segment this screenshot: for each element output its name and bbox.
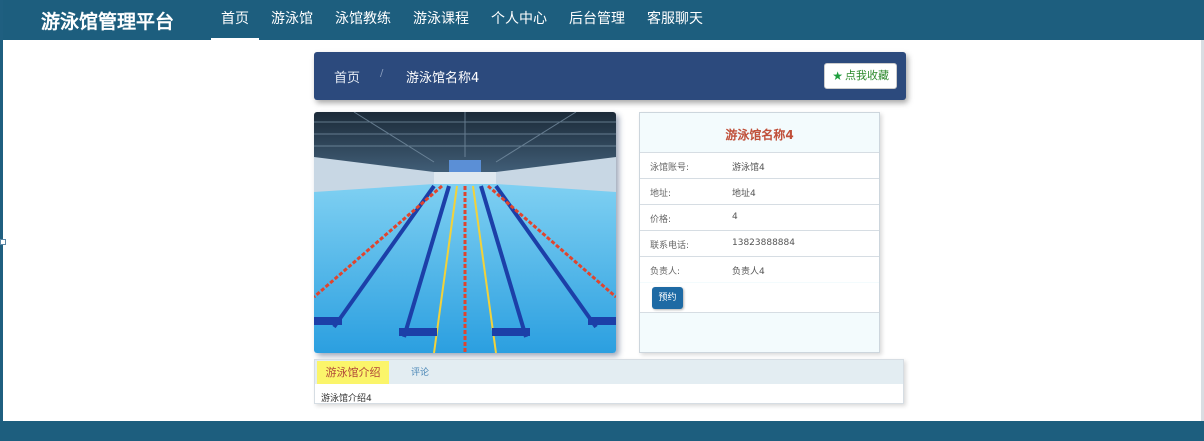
detail-row-address: 地址: 地址4 <box>640 178 879 204</box>
breadcrumb-home-link[interactable]: 首页 <box>334 67 360 86</box>
detail-label: 地址: <box>650 189 672 199</box>
breadcrumb: 首页 / 游泳馆名称4 ★ 点我收藏 <box>314 52 906 100</box>
favorite-button[interactable]: ★ 点我收藏 <box>824 63 897 89</box>
detail-row-price: 价格: 4 <box>640 204 879 230</box>
venue-title: 游泳馆名称4 <box>725 128 794 142</box>
nav-item-personal-center[interactable]: 个人中心 <box>481 0 557 40</box>
detail-value: 地址4 <box>732 189 756 199</box>
resize-handle[interactable] <box>0 239 6 245</box>
tab-introduction[interactable]: 游泳馆介绍 <box>317 361 389 384</box>
tab-reviews[interactable]: 评论 <box>411 365 429 378</box>
book-button[interactable]: 预约 <box>652 287 683 309</box>
detail-label: 负责人: <box>650 267 681 277</box>
venue-tabs: 游泳馆介绍 评论 游泳馆介绍4 <box>314 359 904 404</box>
nav-item-courses[interactable]: 游泳课程 <box>403 0 479 40</box>
top-navbar: 游泳馆管理平台 首页 游泳馆 泳馆教练 游泳课程 个人中心 后台管理 客服聊天 <box>3 0 1204 40</box>
detail-label: 联系电话: <box>650 241 690 251</box>
site-brand[interactable]: 游泳馆管理平台 <box>41 7 174 34</box>
detail-value: 负责人4 <box>732 267 765 277</box>
window-frame-left <box>0 0 3 441</box>
breadcrumb-separator: / <box>380 68 384 79</box>
detail-row-account: 泳馆账号: 游泳馆4 <box>640 152 879 178</box>
venue-details-card: 游泳馆名称4 泳馆账号: 游泳馆4 地址: 地址4 价格: 4 联系电话: 13… <box>639 112 880 353</box>
venue-photo <box>314 112 616 353</box>
detail-label: 泳馆账号: <box>650 163 690 173</box>
breadcrumb-current: 游泳馆名称4 <box>406 71 480 86</box>
nav-item-admin[interactable]: 后台管理 <box>559 0 635 40</box>
nav-item-home[interactable]: 首页 <box>211 0 259 40</box>
nav-item-swimming-pools[interactable]: 游泳馆 <box>261 0 323 40</box>
detail-row-manager: 负责人: 负责人4 <box>640 256 879 282</box>
detail-value: 游泳馆4 <box>732 163 765 173</box>
detail-label: 价格: <box>650 215 672 225</box>
tab-strip <box>315 360 903 384</box>
page-footer <box>0 421 1204 441</box>
nav-item-support-chat[interactable]: 客服聊天 <box>637 0 713 40</box>
nav-menu: 首页 游泳馆 泳馆教练 游泳课程 个人中心 后台管理 客服聊天 <box>211 0 715 40</box>
detail-value: 4 <box>732 212 738 222</box>
star-icon: ★ <box>832 69 843 83</box>
nav-item-coaches[interactable]: 泳馆教练 <box>325 0 401 40</box>
introduction-content: 游泳馆介绍4 <box>321 394 372 404</box>
detail-value: 13823888884 <box>732 238 795 248</box>
favorite-button-label: 点我收藏 <box>845 69 889 82</box>
detail-row-phone: 联系电话: 13823888884 <box>640 230 879 256</box>
